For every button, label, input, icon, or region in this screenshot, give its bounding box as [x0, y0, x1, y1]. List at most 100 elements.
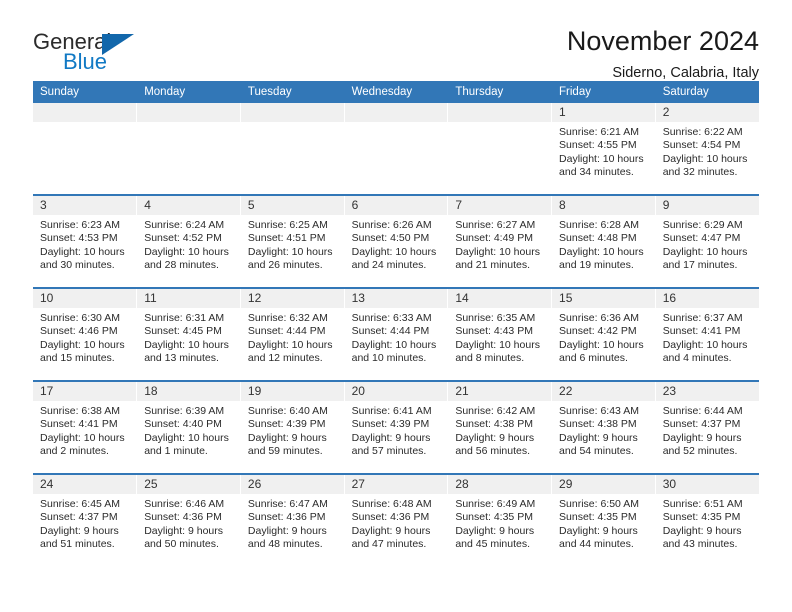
weekday-header-row: Sunday Monday Tuesday Wednesday Thursday… [33, 81, 759, 103]
sunset-time: Sunset: 4:45 PM [144, 325, 222, 338]
sunset-time: Sunset: 4:47 PM [662, 232, 741, 245]
sunset-time: Sunset: 4:36 PM [144, 511, 222, 524]
calendar-week-row: 10 Sunrise: 6:30 AM Sunset: 4:46 PM Dayligh… [33, 287, 759, 381]
title-block: November 2024 Siderno, Calabria, Italy [567, 26, 759, 82]
day-number: 18 [137, 382, 240, 401]
day-number: 27 [344, 475, 448, 494]
calendar-day-cell[interactable]: 16 Sunrise: 6:37 AM Sunset: 4:41 PM Dayligh… [655, 287, 759, 381]
calendar-day-cell[interactable]: 27 Sunrise: 6:48 AM Sunset: 4:36 PM Dayligh… [344, 473, 449, 566]
day-number: 28 [448, 475, 552, 494]
calendar-day-cell[interactable]: 12 Sunrise: 6:32 AM Sunset: 4:44 PM Dayligh… [240, 287, 345, 381]
day-number: 10 [33, 289, 137, 308]
generalblue-logo[interactable]: General Blue [33, 27, 153, 77]
calendar-day-cell[interactable]: 6 Sunrise: 6:26 AM Sunset: 4:50 PM Daylight… [344, 194, 449, 288]
calendar-day-cell[interactable]: 11 Sunrise: 6:31 AM Sunset: 4:45 PM Dayligh… [136, 287, 241, 381]
calendar-day-cell[interactable]: 20 Sunrise: 6:41 AM Sunset: 4:39 PM Dayligh… [344, 380, 449, 474]
day-number: 12 [240, 289, 344, 308]
sunrise-time: Sunrise: 6:50 AM [559, 498, 639, 510]
calendar-day-cell[interactable]: 2 Sunrise: 6:22 AM Sunset: 4:54 PM Daylight… [655, 103, 759, 195]
calendar-day-cell[interactable]: 24 Sunrise: 6:45 AM Sunset: 4:37 PM Dayligh… [33, 473, 138, 566]
calendar-day-cell[interactable]: 18 Sunrise: 6:39 AM Sunset: 4:40 PM Dayligh… [136, 380, 241, 474]
day-cell-content: 8 Sunrise: 6:28 AM Sunset: 4:48 PM Daylight… [552, 196, 655, 287]
calendar-day-cell[interactable]: 5 Sunrise: 6:25 AM Sunset: 4:51 PM Daylight… [240, 194, 345, 288]
calendar-day-cell[interactable]: 26 Sunrise: 6:47 AM Sunset: 4:36 PM Dayligh… [240, 473, 345, 566]
calendar-day-cell[interactable]: 25 Sunrise: 6:46 AM Sunset: 4:36 PM Dayligh… [136, 473, 241, 566]
calendar-day-cell[interactable]: 4 Sunrise: 6:24 AM Sunset: 4:52 PM Daylight… [136, 194, 241, 288]
daylight-duration-line1: Daylight: 10 hours [455, 338, 540, 351]
day-cell-content [137, 103, 240, 194]
calendar-day-cell[interactable]: 13 Sunrise: 6:33 AM Sunset: 4:44 PM Dayligh… [344, 287, 449, 381]
sunrise-time: Sunrise: 6:42 AM [455, 405, 536, 417]
day-sun-info: Sunrise: 6:45 AM Sunset: 4:37 PM Daylight:… [33, 494, 136, 552]
sunrise-time: Sunrise: 6:26 AM [351, 219, 432, 231]
day-cell-content: 25 Sunrise: 6:46 AM Sunset: 4:36 PM Dayligh… [137, 475, 240, 566]
day-cell-content: 7 Sunrise: 6:27 AM Sunset: 4:49 PM Daylight… [448, 196, 552, 287]
daylight-duration-line2: and 1 minute. [144, 445, 208, 458]
daylight-duration-line2: and 2 minutes. [40, 445, 109, 458]
daylight-duration-line2: and 50 minutes. [144, 538, 219, 551]
daylight-duration-line2: and 12 minutes. [247, 352, 323, 365]
calendar-day-cell[interactable]: 10 Sunrise: 6:30 AM Sunset: 4:46 PM Dayligh… [33, 287, 138, 381]
sunset-time: Sunset: 4:50 PM [351, 232, 430, 245]
weekday-header-tuesday: Tuesday [240, 81, 345, 103]
day-number: 19 [240, 382, 344, 401]
calendar-day-cell[interactable]: 17 Sunrise: 6:38 AM Sunset: 4:41 PM Dayligh… [33, 380, 138, 474]
day-number: 6 [344, 196, 448, 215]
calendar-day-cell[interactable]: 29 Sunrise: 6:50 AM Sunset: 4:35 PM Dayligh… [551, 473, 656, 566]
day-number: 5 [240, 196, 344, 215]
daylight-duration-line1: Daylight: 9 hours [559, 431, 638, 444]
calendar-day-cell[interactable]: 8 Sunrise: 6:28 AM Sunset: 4:48 PM Daylight… [551, 194, 656, 288]
weekday-header-friday: Friday [551, 81, 656, 103]
day-cell-content: 3 Sunrise: 6:23 AM Sunset: 4:53 PM Daylight… [33, 196, 137, 287]
day-cell-content: 20 Sunrise: 6:41 AM Sunset: 4:39 PM Dayligh… [344, 382, 448, 473]
sunset-time: Sunset: 4:38 PM [455, 418, 533, 431]
day-sun-info: Sunrise: 6:48 AM Sunset: 4:36 PM Daylight:… [345, 494, 448, 552]
calendar-day-cell[interactable]: 14 Sunrise: 6:35 AM Sunset: 4:43 PM Dayligh… [447, 287, 553, 381]
calendar-day-cell[interactable]: 7 Sunrise: 6:27 AM Sunset: 4:49 PM Daylight… [447, 194, 553, 288]
sunrise-time: Sunrise: 6:23 AM [40, 219, 120, 231]
calendar-day-cell[interactable]: 28 Sunrise: 6:49 AM Sunset: 4:35 PM Dayligh… [447, 473, 553, 566]
daylight-duration-line2: and 47 minutes. [351, 538, 427, 551]
calendar-day-cell[interactable]: 22 Sunrise: 6:43 AM Sunset: 4:38 PM Dayligh… [551, 380, 656, 474]
calendar-day-cell[interactable]: 9 Sunrise: 6:29 AM Sunset: 4:47 PM Daylight… [655, 194, 759, 288]
sunset-time: Sunset: 4:53 PM [40, 232, 118, 245]
day-cell-content: 16 Sunrise: 6:37 AM Sunset: 4:41 PM Dayligh… [655, 289, 759, 380]
calendar-day-cell[interactable]: 21 Sunrise: 6:42 AM Sunset: 4:38 PM Dayligh… [447, 380, 553, 474]
day-number: 25 [137, 475, 240, 494]
day-number: 29 [552, 475, 655, 494]
sunrise-time: Sunrise: 6:51 AM [662, 498, 743, 510]
location-subtitle: Siderno, Calabria, Italy [612, 64, 759, 81]
sunrise-time: Sunrise: 6:41 AM [351, 405, 432, 417]
daylight-duration-line2: and 56 minutes. [455, 445, 531, 458]
day-cell-content: 6 Sunrise: 6:26 AM Sunset: 4:50 PM Daylight… [344, 196, 448, 287]
day-number: 2 [655, 103, 759, 122]
calendar-day-cell[interactable]: 23 Sunrise: 6:44 AM Sunset: 4:37 PM Dayligh… [655, 380, 759, 474]
calendar-day-cell[interactable]: 15 Sunrise: 6:36 AM Sunset: 4:42 PM Dayligh… [551, 287, 656, 381]
daylight-duration-line1: Daylight: 10 hours [662, 338, 748, 351]
daylight-duration-line1: Daylight: 9 hours [247, 524, 327, 537]
daylight-duration-line1: Daylight: 9 hours [40, 524, 119, 537]
calendar-day-cell [33, 103, 138, 195]
sunset-time: Sunset: 4:36 PM [247, 511, 326, 524]
day-sun-info: Sunrise: 6:30 AM Sunset: 4:46 PM Daylight:… [33, 308, 136, 366]
sunset-time: Sunset: 4:36 PM [351, 511, 430, 524]
day-sun-info: Sunrise: 6:33 AM Sunset: 4:44 PM Daylight:… [345, 308, 448, 366]
calendar-day-cell[interactable]: 30 Sunrise: 6:51 AM Sunset: 4:35 PM Dayligh… [655, 473, 759, 566]
day-cell-content: 26 Sunrise: 6:47 AM Sunset: 4:36 PM Dayligh… [240, 475, 344, 566]
sunset-time: Sunset: 4:42 PM [559, 325, 637, 338]
sunset-time: Sunset: 4:35 PM [455, 511, 533, 524]
calendar-day-cell[interactable]: 1 Sunrise: 6:21 AM Sunset: 4:55 PM Daylight… [551, 103, 656, 195]
daylight-duration-line2: and 10 minutes. [351, 352, 427, 365]
day-number: 30 [655, 475, 759, 494]
daylight-duration-line1: Daylight: 10 hours [144, 338, 229, 351]
calendar-day-cell[interactable]: 19 Sunrise: 6:40 AM Sunset: 4:39 PM Dayligh… [240, 380, 345, 474]
sunset-time: Sunset: 4:49 PM [455, 232, 533, 245]
day-number: 11 [137, 289, 240, 308]
day-number: 14 [448, 289, 552, 308]
daylight-duration-line2: and 48 minutes. [247, 538, 323, 551]
weekday-header-sunday: Sunday [33, 81, 138, 103]
daylight-duration-line2: and 19 minutes. [559, 259, 634, 272]
sunrise-time: Sunrise: 6:27 AM [455, 219, 536, 231]
day-sun-info: Sunrise: 6:27 AM Sunset: 4:49 PM Daylight:… [448, 215, 551, 273]
calendar-day-cell[interactable]: 3 Sunrise: 6:23 AM Sunset: 4:53 PM Daylight… [33, 194, 138, 288]
